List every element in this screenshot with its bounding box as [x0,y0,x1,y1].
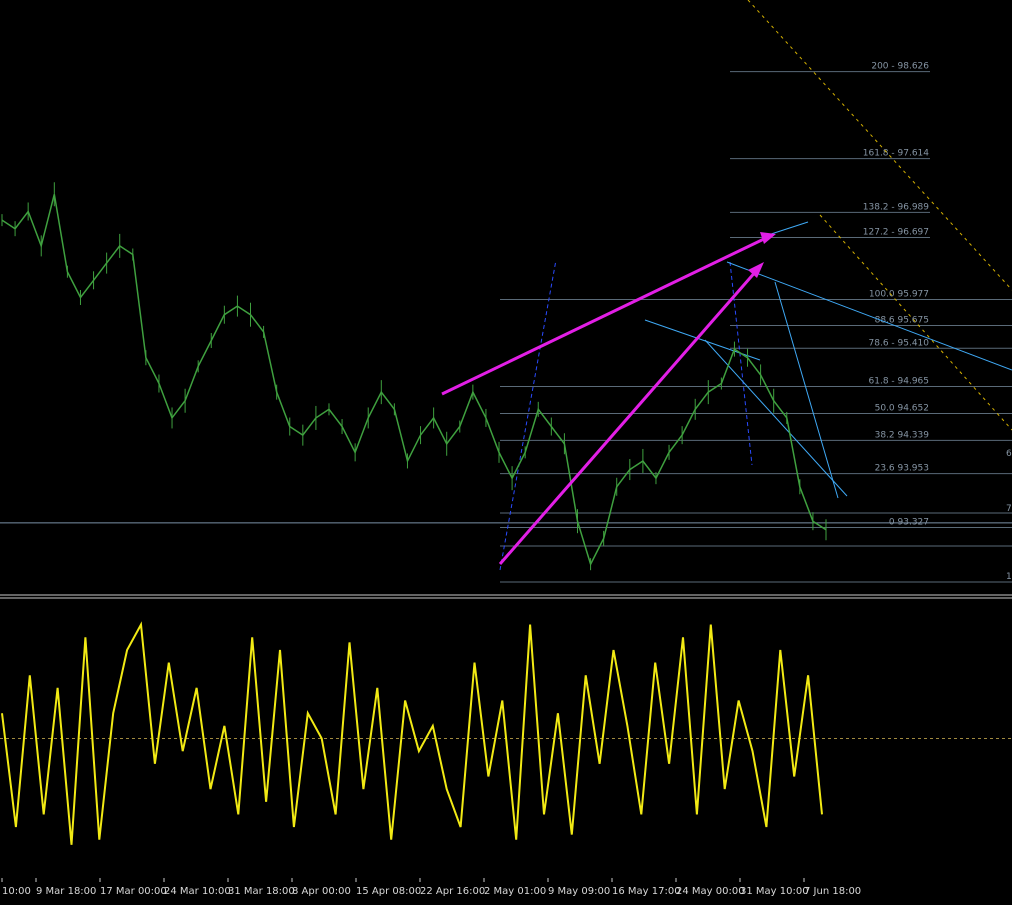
fib-level-label: 61.8 - 94.965 [869,377,930,387]
fib-level-label: 138.2 - 96.989 [863,202,929,212]
x-tick-label: 16 May 17:00 [612,886,681,897]
x-tick-label: 24 May 00:00 [676,886,745,897]
fib-level-label: 200 - 98.626 [871,62,929,72]
fib-level-label: 78.6 - 95.410 [869,338,930,348]
chart-root: 200 - 98.626 161.8 - 97.614 138.2 - 96.989… [0,0,1012,901]
fib-level-label: 127.2 - 96.697 [863,228,929,238]
chart-background [0,0,1012,901]
x-tick-label: 17 Mar 00:00 [100,886,167,897]
x-tick-label: 9 Mar 18:00 [36,886,96,897]
fib-level-label: 88.6 95.675 [875,315,929,325]
x-tick-label: 8 Apr 00:00 [292,886,351,897]
x-tick-label: 15 Apr 08:00 [356,886,421,897]
x-tick-label: 7 Jun 18:00 [804,886,861,897]
fib-level-label: 38.2 94.339 [875,430,930,440]
right-edge-label: 7 [1006,504,1012,514]
x-tick-label: 31 Mar 18:00 [228,886,295,897]
fib-level-label: 23.6 93.953 [875,464,929,474]
fib-level-label: 0 93.327 [889,517,929,527]
fib-level-label: 50.0 94.652 [875,403,929,413]
x-tick-label: 2 May 01:00 [484,886,546,897]
price-chart: 200 - 98.626 161.8 - 97.614 138.2 - 96.989… [0,0,1012,901]
x-tick-label: 22 Apr 16:00 [420,886,485,897]
fib-level-label: 161.8 - 97.614 [863,149,929,159]
right-edge-label: 1 [1006,572,1012,582]
x-tick-label: 9 May 09:00 [548,886,610,897]
fib-level-label: 100.0 95.977 [869,289,929,299]
x-tick-label: 31 May 10:00 [740,886,809,897]
right-edge-label: 6 [1006,449,1012,459]
x-tick-label: 24 Mar 10:00 [164,886,231,897]
x-tick-label: 10:00 [2,886,31,897]
